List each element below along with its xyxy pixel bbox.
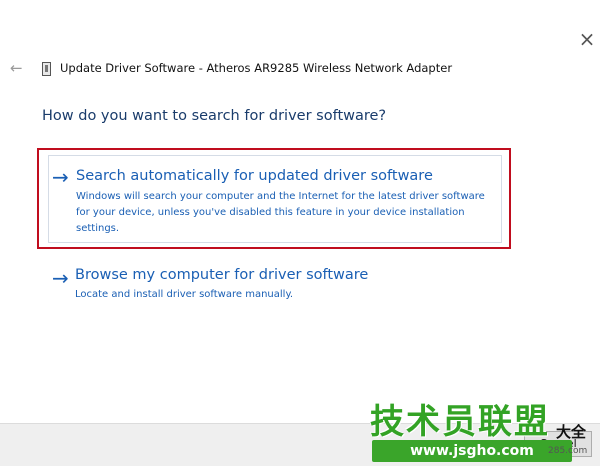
watermark-logo: 技术员联盟 (370, 402, 550, 442)
watermark-small-text: 285.com (548, 446, 588, 456)
watermark-url: www.jsgho.com (372, 440, 572, 462)
option-description: Locate and install driver software manua… (75, 289, 294, 300)
browse-computer-option[interactable]: → Browse my computer for driver software… (48, 266, 502, 306)
back-arrow-icon[interactable]: ← (10, 59, 23, 77)
watermark-suffix: 大全 (556, 423, 587, 441)
device-icon (42, 62, 51, 76)
close-icon[interactable]: × (576, 28, 598, 50)
arrow-right-icon: → (52, 266, 69, 290)
option-title[interactable]: Browse my computer for driver software (75, 267, 368, 283)
dialog-title: Update Driver Software - Atheros AR9285 … (60, 61, 453, 75)
highlight-box (37, 148, 511, 249)
page-heading: How do you want to search for driver sof… (42, 108, 387, 124)
